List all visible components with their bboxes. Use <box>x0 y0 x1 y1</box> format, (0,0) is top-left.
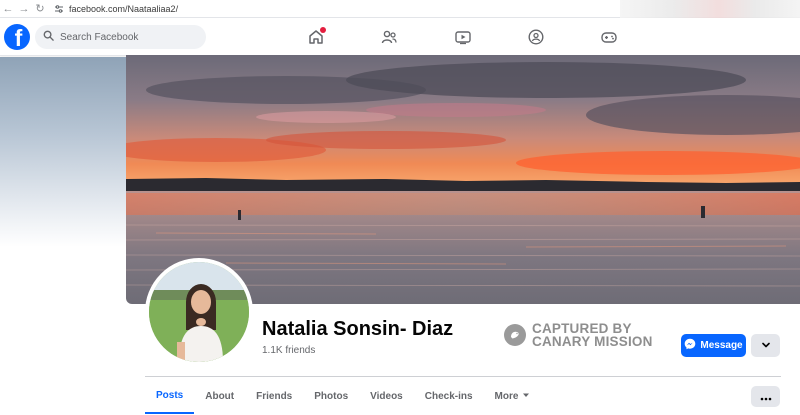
reload-icon[interactable]: ↻ <box>32 0 48 18</box>
tab-videos[interactable]: Videos <box>359 378 414 414</box>
home-icon[interactable] <box>305 26 327 48</box>
browser-toolbar: ← → ↻ facebook.com/Naataaliaa2/ <box>0 0 800 18</box>
more-options-button[interactable] <box>751 386 780 407</box>
watermark-line-2: CANARY MISSION <box>532 334 653 349</box>
watch-icon[interactable] <box>452 26 474 48</box>
facebook-header: f <box>0 18 800 56</box>
cover-left-fade <box>0 57 126 247</box>
profile-name: Natalia Sonsin- Diaz <box>262 318 454 340</box>
facebook-logo[interactable]: f <box>4 24 30 50</box>
logo-letter: f <box>14 25 23 50</box>
tab-photos[interactable]: Photos <box>303 378 359 414</box>
message-button[interactable]: Message <box>681 334 746 357</box>
tab-label: Posts <box>156 389 184 401</box>
tab-more[interactable]: More <box>484 378 542 414</box>
profile-divider <box>145 376 781 377</box>
tab-label: Videos <box>370 390 403 402</box>
tab-about[interactable]: About <box>194 378 245 414</box>
search-bar[interactable] <box>35 25 206 49</box>
canary-bird-icon <box>504 324 526 346</box>
profile-tabs: Posts About Friends Photos Videos Check-… <box>145 378 541 414</box>
canary-mission-watermark: CAPTURED BY CANARY MISSION <box>504 322 653 348</box>
messenger-icon <box>684 338 696 353</box>
gaming-icon[interactable] <box>598 26 620 48</box>
back-icon[interactable]: ← <box>0 0 16 18</box>
profile-avatar[interactable] <box>145 258 253 366</box>
tab-friends[interactable]: Friends <box>245 378 303 414</box>
address-bar[interactable]: facebook.com/Naataaliaa2/ <box>54 2 178 16</box>
tab-label: Check-ins <box>424 390 473 402</box>
tab-posts[interactable]: Posts <box>145 378 195 414</box>
profile-photo <box>149 262 249 362</box>
search-icon <box>43 28 54 46</box>
site-settings-icon[interactable] <box>54 4 64 14</box>
search-input[interactable] <box>60 31 190 43</box>
tab-label: Photos <box>314 390 349 402</box>
tab-label: Friends <box>256 390 293 402</box>
profile-options-button[interactable] <box>751 334 780 357</box>
tab-check-ins[interactable]: Check-ins <box>414 378 484 414</box>
friends-count[interactable]: 1.1K friends <box>262 345 315 356</box>
chevron-down-icon <box>761 337 771 355</box>
forward-icon[interactable]: → <box>16 0 32 18</box>
tab-label: More <box>494 390 519 402</box>
notification-dot <box>320 27 326 33</box>
extensions-area <box>620 0 800 18</box>
caret-down-icon <box>522 391 530 402</box>
url-text[interactable]: facebook.com/Naataaliaa2/ <box>69 4 178 14</box>
groups-icon[interactable] <box>525 26 547 48</box>
ellipsis-icon <box>760 388 772 406</box>
friends-icon[interactable] <box>378 26 400 48</box>
tab-label: About <box>205 390 235 402</box>
message-label: Message <box>700 340 743 351</box>
